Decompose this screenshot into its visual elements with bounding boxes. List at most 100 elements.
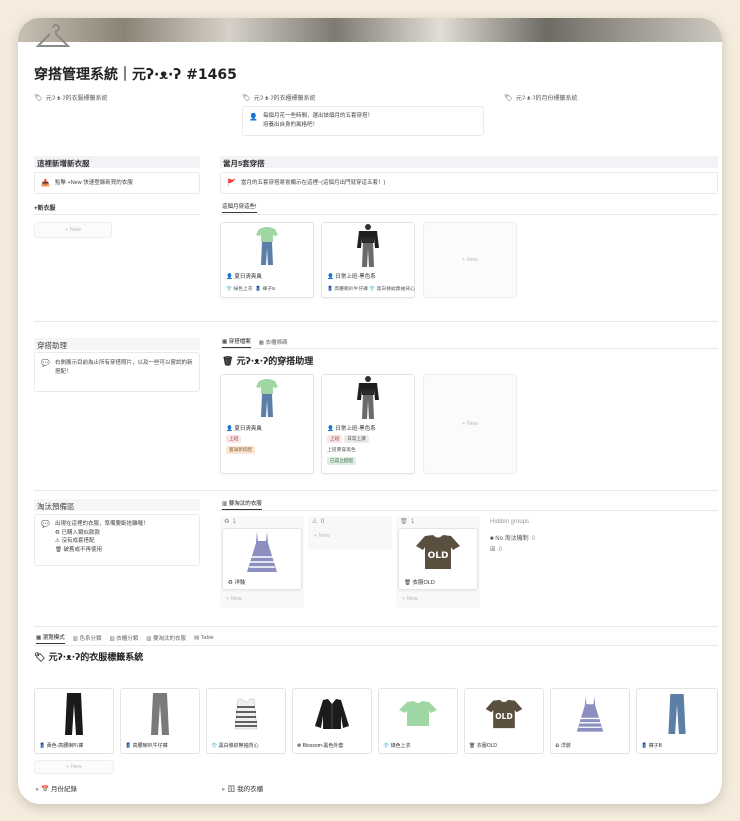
flower-icon: ❁: [297, 743, 302, 749]
black-jacket-icon: [315, 699, 349, 729]
black-pants-icon: [65, 693, 83, 735]
card-image: [121, 689, 199, 739]
card-image: [637, 689, 717, 739]
chat-bubble-icon: 💬: [41, 520, 50, 528]
tag-icon: 🏷: [242, 93, 251, 102]
board-card-old-shirt[interactable]: OLD 🗑 衣服OLD: [398, 528, 478, 590]
board-new-button[interactable]: + New: [402, 596, 418, 602]
tab-browse[interactable]: ▦ 瀏覽模式: [36, 633, 65, 644]
divider: [34, 214, 200, 215]
table-icon: ▤: [194, 634, 200, 641]
trash-icon: 🗑: [55, 546, 62, 553]
toggle-my-closet[interactable]: ▸ 🗄 我的衣櫃: [222, 783, 263, 793]
shirt-icon: 👕: [369, 287, 376, 292]
gallery-card-dress[interactable]: ♻ 洋裝: [550, 688, 630, 754]
tab-retire-items[interactable]: ▥ 要淘汰的衣服: [222, 499, 262, 510]
link-clothes-tag-system[interactable]: 🏷 元ʔ·ᴥ·ʔ的衣服標籤系統: [34, 93, 108, 103]
divider: [34, 321, 718, 322]
recycle-icon: ♻: [228, 580, 233, 586]
old-tshirt-icon: OLD: [416, 535, 460, 569]
card-meta: 👖 高腰喇叭牛仔褲 👕 黑白條紋無袖背心: [327, 287, 415, 292]
person-icon: 👤: [327, 426, 334, 432]
hidden-group-empty[interactable]: ☒ 0: [490, 546, 502, 553]
new-clothes-new-button[interactable]: + New: [34, 222, 112, 238]
assistant-card-office-black[interactable]: 👤 日常上班-黑色系 上班 日常上課 上班要穿黑色 已成立搭配: [321, 374, 415, 474]
chat-bubble-icon: 💬: [41, 359, 50, 367]
shirt-icon: 👕: [226, 287, 232, 292]
tab-retire[interactable]: ▥ 要淘汰的衣服: [146, 634, 186, 644]
board-icon: ▥: [146, 635, 152, 642]
board-column-trash: 🗑 1 OLD 🗑 衣服OLD + New: [396, 516, 480, 608]
person-icon: 👤: [226, 274, 233, 280]
new-clothes-db-label[interactable]: +新衣服: [34, 203, 56, 212]
gallery-card-green-top[interactable]: 👕 綠色上衣: [378, 688, 458, 754]
hidden-groups-label: Hidden groups: [490, 519, 530, 525]
grey-jeans-icon: [151, 693, 169, 735]
cover-image: [18, 18, 722, 42]
pants-icon: 👖: [641, 743, 648, 749]
card-name: 👤 日常上班-黑色系: [327, 274, 376, 280]
board-card-dress[interactable]: ♻ 洋裝: [222, 528, 302, 590]
blue-jeans-icon: [668, 693, 686, 735]
tab-this-month[interactable]: 這個月穿這些!: [222, 202, 257, 213]
recycle-icon: ♻: [555, 743, 560, 749]
card-image: [551, 689, 629, 739]
section-new-clothes-heading: 這裡新增新衣服: [34, 156, 200, 168]
assistant-tabs: ▦ 穿搭檔案 ▦ 衣櫃條碼: [222, 337, 288, 348]
tab-table[interactable]: ▤ Table: [194, 635, 214, 643]
board-icon: ▥: [222, 501, 228, 507]
divider: [34, 645, 718, 646]
tab-outfit-archive[interactable]: ▦ 穿搭檔案: [222, 337, 251, 348]
status-pill: 嘗試新搭配: [226, 446, 255, 454]
shirt-icon: 👕: [211, 743, 218, 749]
tag-icon: 🏷: [34, 653, 46, 663]
person-icon: 👤: [249, 113, 258, 121]
board-icon: ▥: [109, 635, 115, 642]
retire-tabs: ▥ 要淘汰的衣服: [222, 499, 262, 510]
page-title: 穿搭管理系統｜元ʔ·ᴥ·ʔ #1465: [34, 67, 237, 83]
new-clothes-callout: 📥 點擊 +New 快速登錄新買的衣服: [34, 172, 200, 194]
monthly-card-office-black[interactable]: 👤 日常上班-黑色系 👖 高腰喇叭牛仔褲 👕 黑白條紋無袖背心: [321, 222, 415, 298]
tab-color[interactable]: ▥ 色系分類: [73, 634, 102, 644]
board-new-button[interactable]: + New: [314, 533, 330, 539]
gallery-card-black-jacket[interactable]: ❁ Blossom-黑色外套: [292, 688, 372, 754]
pants-icon: 👖: [327, 287, 333, 292]
striped-vest-icon: [234, 698, 258, 730]
card-meta: 👕 綠色上衣 👖 褲子B: [226, 287, 276, 292]
card-name: 👤 夏日清爽風: [226, 274, 262, 280]
toggle-month-records[interactable]: ▸ 📅 月份紀錄: [36, 783, 77, 793]
gallery-card-old-shirt[interactable]: OLD 🗑 衣服OLD: [464, 688, 544, 754]
gallery-card-striped-vest[interactable]: 👕 黑白條紋無袖背心: [206, 688, 286, 754]
link-closet-tag-system[interactable]: 🏷 元ʔ·ᴥ·ʔ的衣櫃標籤系統: [242, 93, 316, 103]
board-new-button[interactable]: + New: [226, 596, 242, 602]
retire-callout: 💬 出現在這裡的衣服，準備要斷捨離囉！ ♻ 已購入類似款款 ⚠ 沒有成套搭配 🗑…: [34, 514, 200, 566]
outfit-green-jeans-icon: [256, 227, 278, 265]
square-icon: ■: [490, 536, 494, 542]
gallery-new-button[interactable]: + New: [34, 760, 114, 774]
link-month-tag-system[interactable]: 🏷 元ʔ·ᴥ·ʔ的月份標籤系統: [504, 93, 578, 103]
gallery-card-black-pants[interactable]: 👖 黃色-高腰喇叭褲: [34, 688, 114, 754]
card-image: [322, 223, 414, 269]
assistant-new-button[interactable]: + New: [423, 374, 517, 474]
assistant-card-summer[interactable]: 👤 夏日清爽風 上班 嘗試新搭配: [220, 374, 314, 474]
tab-closet[interactable]: ▥ 衣櫃分類: [110, 634, 139, 644]
monthly-new-button[interactable]: + New: [423, 222, 517, 298]
outfit-black-jacket-icon: [357, 224, 379, 267]
svg-text:OLD: OLD: [428, 551, 449, 561]
monthly-card-summer[interactable]: 👤 夏日清爽風 👕 綠色上衣 👖 褲子B: [220, 222, 314, 298]
gallery-tabs: ▦ 瀏覽模式 ▥ 色系分類 ▥ 衣櫃分類 ▥ 要淘汰的衣服 ▤ Table: [36, 633, 214, 644]
outfit-green-jeans-icon: [256, 379, 278, 417]
shirt-icon: 👕: [383, 743, 390, 749]
board-column-warning: ⚠ 0 + New: [308, 516, 392, 550]
gallery-card-grey-jeans[interactable]: 👖 高腰喇叭牛仔褲: [120, 688, 200, 754]
hidden-group-no-retire[interactable]: ■ No 淘汰機制 0: [490, 533, 535, 542]
card-name: 👖 黃色-高腰喇叭褲: [39, 743, 84, 749]
hanger-icon: [35, 24, 71, 47]
old-tshirt-icon: OLD: [485, 699, 523, 729]
gallery-card-pants-b[interactable]: 👖 褲子B: [636, 688, 718, 754]
divider: [220, 510, 718, 511]
card-image: [223, 529, 301, 575]
board-icon: ▥: [72, 635, 78, 642]
card-name: 🗑 衣服OLD: [404, 580, 435, 586]
tab-closet-barcode[interactable]: ▦ 衣櫃條碼: [259, 338, 288, 348]
